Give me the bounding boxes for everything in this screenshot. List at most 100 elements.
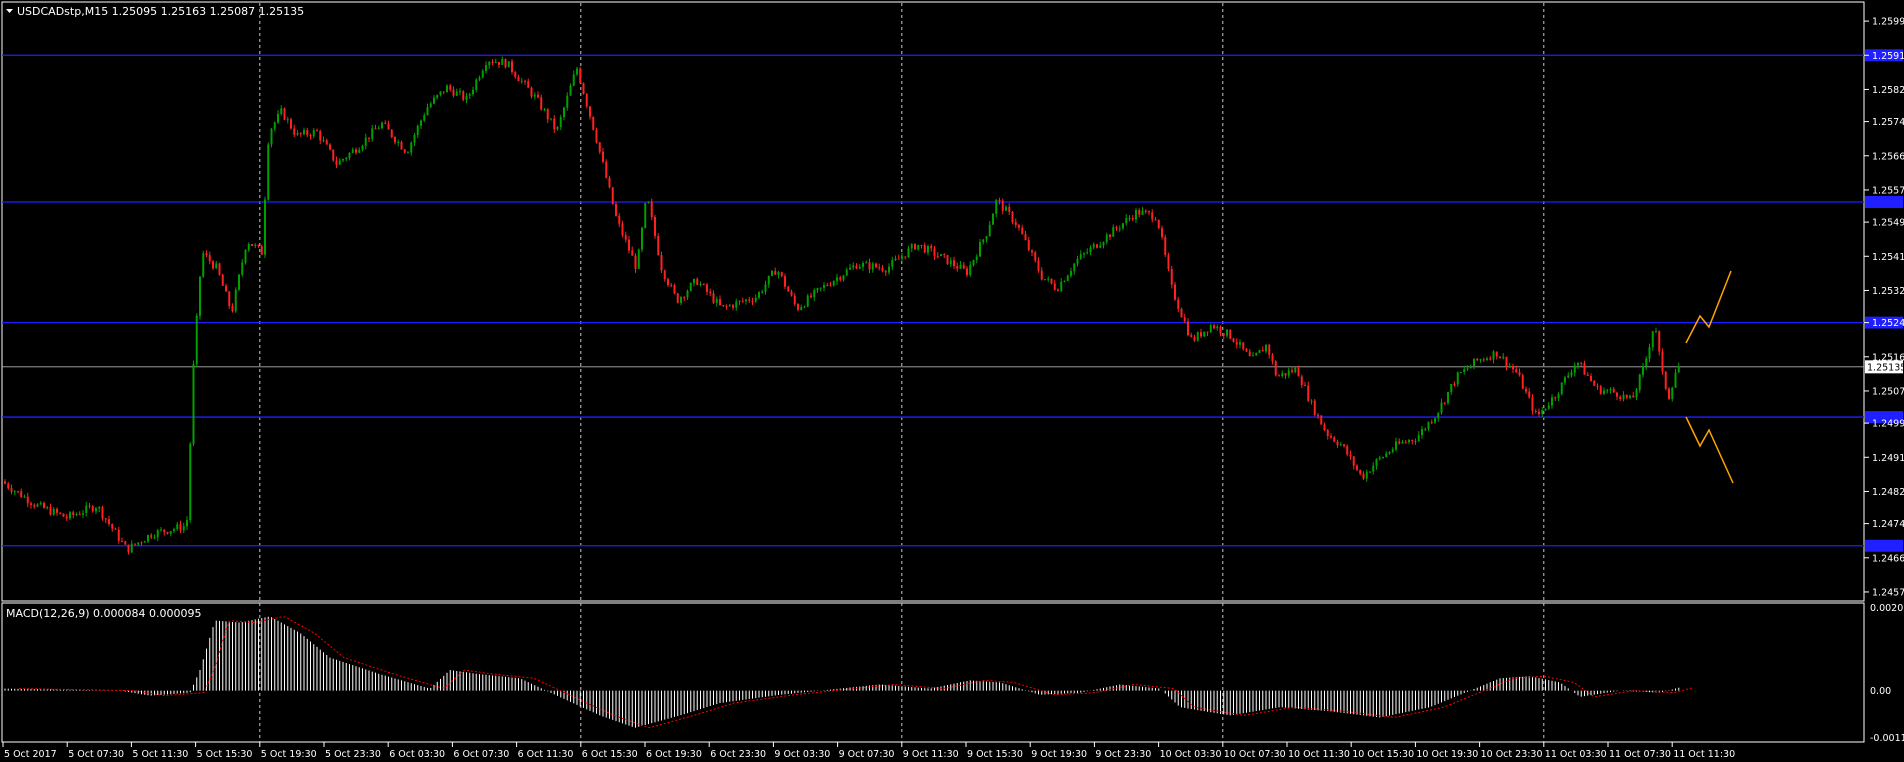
price-label: 1.25495 [1872, 218, 1904, 229]
projection-arrows[interactable] [1685, 270, 1734, 484]
candle-body [413, 134, 416, 143]
candle-body [1453, 384, 1456, 386]
price-axis: 1.25995 1.25910 1.25825 1.25745 1.25660 1.255… [1864, 17, 1904, 598]
candle-body [845, 269, 848, 276]
candle-body [1027, 239, 1030, 251]
candle-body [745, 299, 747, 302]
candle-body [582, 83, 585, 95]
candle-body [1005, 206, 1007, 211]
candle-body [914, 244, 916, 250]
bearish-projection-line[interactable] [1685, 416, 1734, 484]
time-label: 10 Oct 15:30 [1352, 749, 1414, 760]
candle-body [355, 149, 357, 153]
candle-body [735, 301, 738, 308]
current-price-label: 1.25135 [1867, 362, 1904, 373]
candle-body [712, 293, 715, 303]
candle-body [56, 508, 58, 513]
candle-body [1560, 382, 1563, 395]
candle-body [218, 263, 221, 275]
candle-body [676, 293, 679, 303]
candle-body [706, 284, 708, 292]
candle-body [1658, 331, 1661, 352]
macd-axis-label: 0.002014 [1870, 603, 1904, 614]
candle-body [361, 145, 364, 150]
candle-body [1070, 271, 1072, 276]
candle-body [1203, 331, 1206, 337]
candle-body [761, 291, 764, 293]
price-label: 1.25825 [1872, 85, 1904, 96]
candle-body [637, 249, 640, 269]
level-price-tag [1865, 196, 1903, 208]
candle-body [1635, 389, 1638, 398]
candle-body [30, 503, 32, 505]
candle-body [1242, 342, 1245, 349]
candle-body [1430, 422, 1433, 424]
candle-body [800, 307, 803, 310]
candle-body [46, 507, 49, 509]
time-label: 11 Oct 11:30 [1673, 749, 1735, 760]
candle-body [1599, 386, 1602, 394]
candle-body [1086, 252, 1089, 254]
trading-chart[interactable]: 1.25135 1.259951.259101.258251.257451.25… [0, 0, 1904, 762]
candle-body [1674, 372, 1677, 388]
candle-body [784, 276, 786, 287]
candle-body [1031, 250, 1033, 253]
candle-body [1014, 222, 1017, 226]
time-label: 9 Oct 23:30 [1095, 749, 1151, 760]
candle-body [1606, 390, 1609, 392]
candle-body [624, 235, 627, 240]
candle-body [234, 289, 237, 312]
dropdown-arrow-icon[interactable] [6, 9, 13, 13]
candle-body [1404, 442, 1407, 444]
candle-body [927, 246, 929, 253]
price-pane [1, 1, 1865, 602]
candle-body [156, 530, 159, 538]
price-label: 1.25575 [1872, 185, 1904, 196]
candle-body [1437, 412, 1440, 419]
candle-body [787, 286, 790, 292]
candle-body [647, 201, 650, 204]
candle-body [322, 140, 325, 142]
candle-body [816, 288, 819, 291]
candle-body [407, 152, 409, 154]
candle-body [140, 542, 143, 544]
candle-body [1645, 358, 1648, 367]
candle-body [1580, 362, 1583, 364]
candle-body [1596, 385, 1599, 387]
candle-body [306, 130, 309, 136]
candle-body [17, 491, 19, 493]
candle-body [1417, 435, 1420, 442]
horizontal-levels[interactable]: 1.25135 [2, 49, 1904, 552]
time-label: 6 Oct 11:30 [518, 749, 574, 760]
candle-body [754, 297, 757, 302]
candle-body [465, 95, 468, 100]
candle-body [1421, 429, 1423, 436]
candle-body [1495, 351, 1498, 357]
candle-body [1180, 308, 1183, 318]
price-label: 1.24745 [1872, 519, 1904, 530]
candle-body [114, 528, 117, 530]
bullish-projection-line[interactable] [1685, 270, 1732, 344]
candle-body [1281, 373, 1284, 377]
candle-body [1638, 374, 1641, 390]
candle-body [631, 250, 634, 256]
candle-body [722, 305, 725, 307]
candle-body [290, 119, 292, 129]
candle-body [966, 268, 968, 275]
candle-body [923, 245, 926, 253]
candle-body [1187, 321, 1189, 336]
time-label: 5 Oct 15:30 [197, 749, 253, 760]
macd-axis-label: 0.00 [1870, 686, 1891, 697]
candle-body [1622, 394, 1625, 399]
candle-body [377, 128, 380, 130]
candle-body [572, 74, 575, 86]
candle-body [459, 91, 461, 93]
candle-body [1274, 361, 1277, 376]
candle-body [1538, 411, 1540, 415]
candle-body [303, 130, 305, 135]
candle-body [598, 142, 601, 152]
candle-body [933, 248, 936, 256]
candle-body [702, 283, 705, 285]
candle-body [429, 103, 432, 108]
candle-body [657, 236, 660, 256]
